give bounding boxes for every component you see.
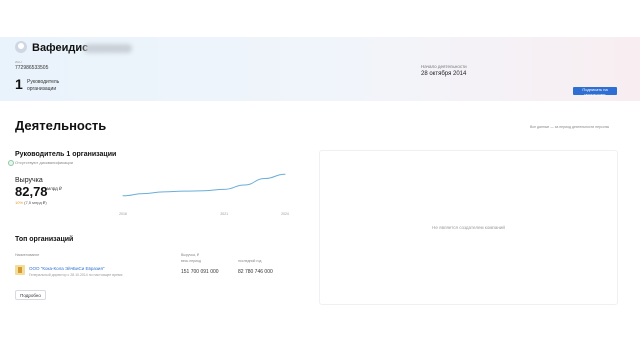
x-tick-label: 2024 <box>281 212 289 216</box>
founder-empty-text: Не является создателем компаний <box>432 225 505 230</box>
status-text: Отсутствуют дисквалификации <box>15 160 73 165</box>
lead-card-title: Руководитель 1 организации <box>15 151 117 158</box>
org-link[interactable]: ООО "Кока-Кола ЭйчБиСи Евразия" <box>29 266 104 271</box>
column-header-revenue-period: весь период <box>181 259 201 263</box>
start-date-value: 28 октября 2014 <box>421 71 467 77</box>
check-icon <box>8 160 14 166</box>
company-logo-icon <box>15 265 25 275</box>
column-header-name: Наименование <box>15 253 40 257</box>
org-revenue-total: 151 700 091 000 <box>181 269 219 275</box>
revenue-change-abs: (7,5 млрд ₽) <box>24 200 47 205</box>
revenue-label: Выручка <box>15 177 43 184</box>
revenue-value: 82,78 <box>15 184 48 199</box>
monitor-button[interactable]: Подписать на мониторинг <box>573 87 617 97</box>
details-button[interactable]: Подробно <box>15 290 46 300</box>
avatar-icon <box>15 41 27 53</box>
revenue-change-pct: 10% <box>15 200 24 205</box>
column-header-revenue: Выручка, ₽ <box>181 253 200 257</box>
org-revenue-last-year: 82 780 746 000 <box>238 269 273 275</box>
inn-label: ИНН <box>15 60 22 64</box>
x-tick-label: 2021 <box>220 212 228 216</box>
lead-count: 1 <box>15 76 23 92</box>
lead-count-label: Руководитель организации <box>27 79 60 92</box>
redacted-surname <box>84 44 132 53</box>
start-date-label: Начало деятельности <box>421 64 467 69</box>
breadcrumb[interactable]: Все данные — за период деятельности перс… <box>530 125 609 129</box>
inn-value: 772986533505 <box>15 65 49 71</box>
x-tick-label: 2016 <box>119 212 127 216</box>
revenue-line <box>122 173 286 197</box>
revenue-change: 10% (7,5 млрд ₽) <box>15 200 47 205</box>
top-orgs-title: Топ организаций <box>15 236 74 243</box>
org-role: Генеральный директор с 28.10.2014 по нас… <box>29 273 123 277</box>
revenue-chart: 2016 2021 2024 <box>119 173 289 216</box>
column-header-last-year: последний год <box>238 259 262 263</box>
person-name: Вафеидис <box>32 42 89 54</box>
founder-panel: Не является создателем компаний <box>319 150 618 305</box>
revenue-unit: млрд ₽ <box>47 186 62 191</box>
page-title: Деятельность <box>15 118 107 133</box>
